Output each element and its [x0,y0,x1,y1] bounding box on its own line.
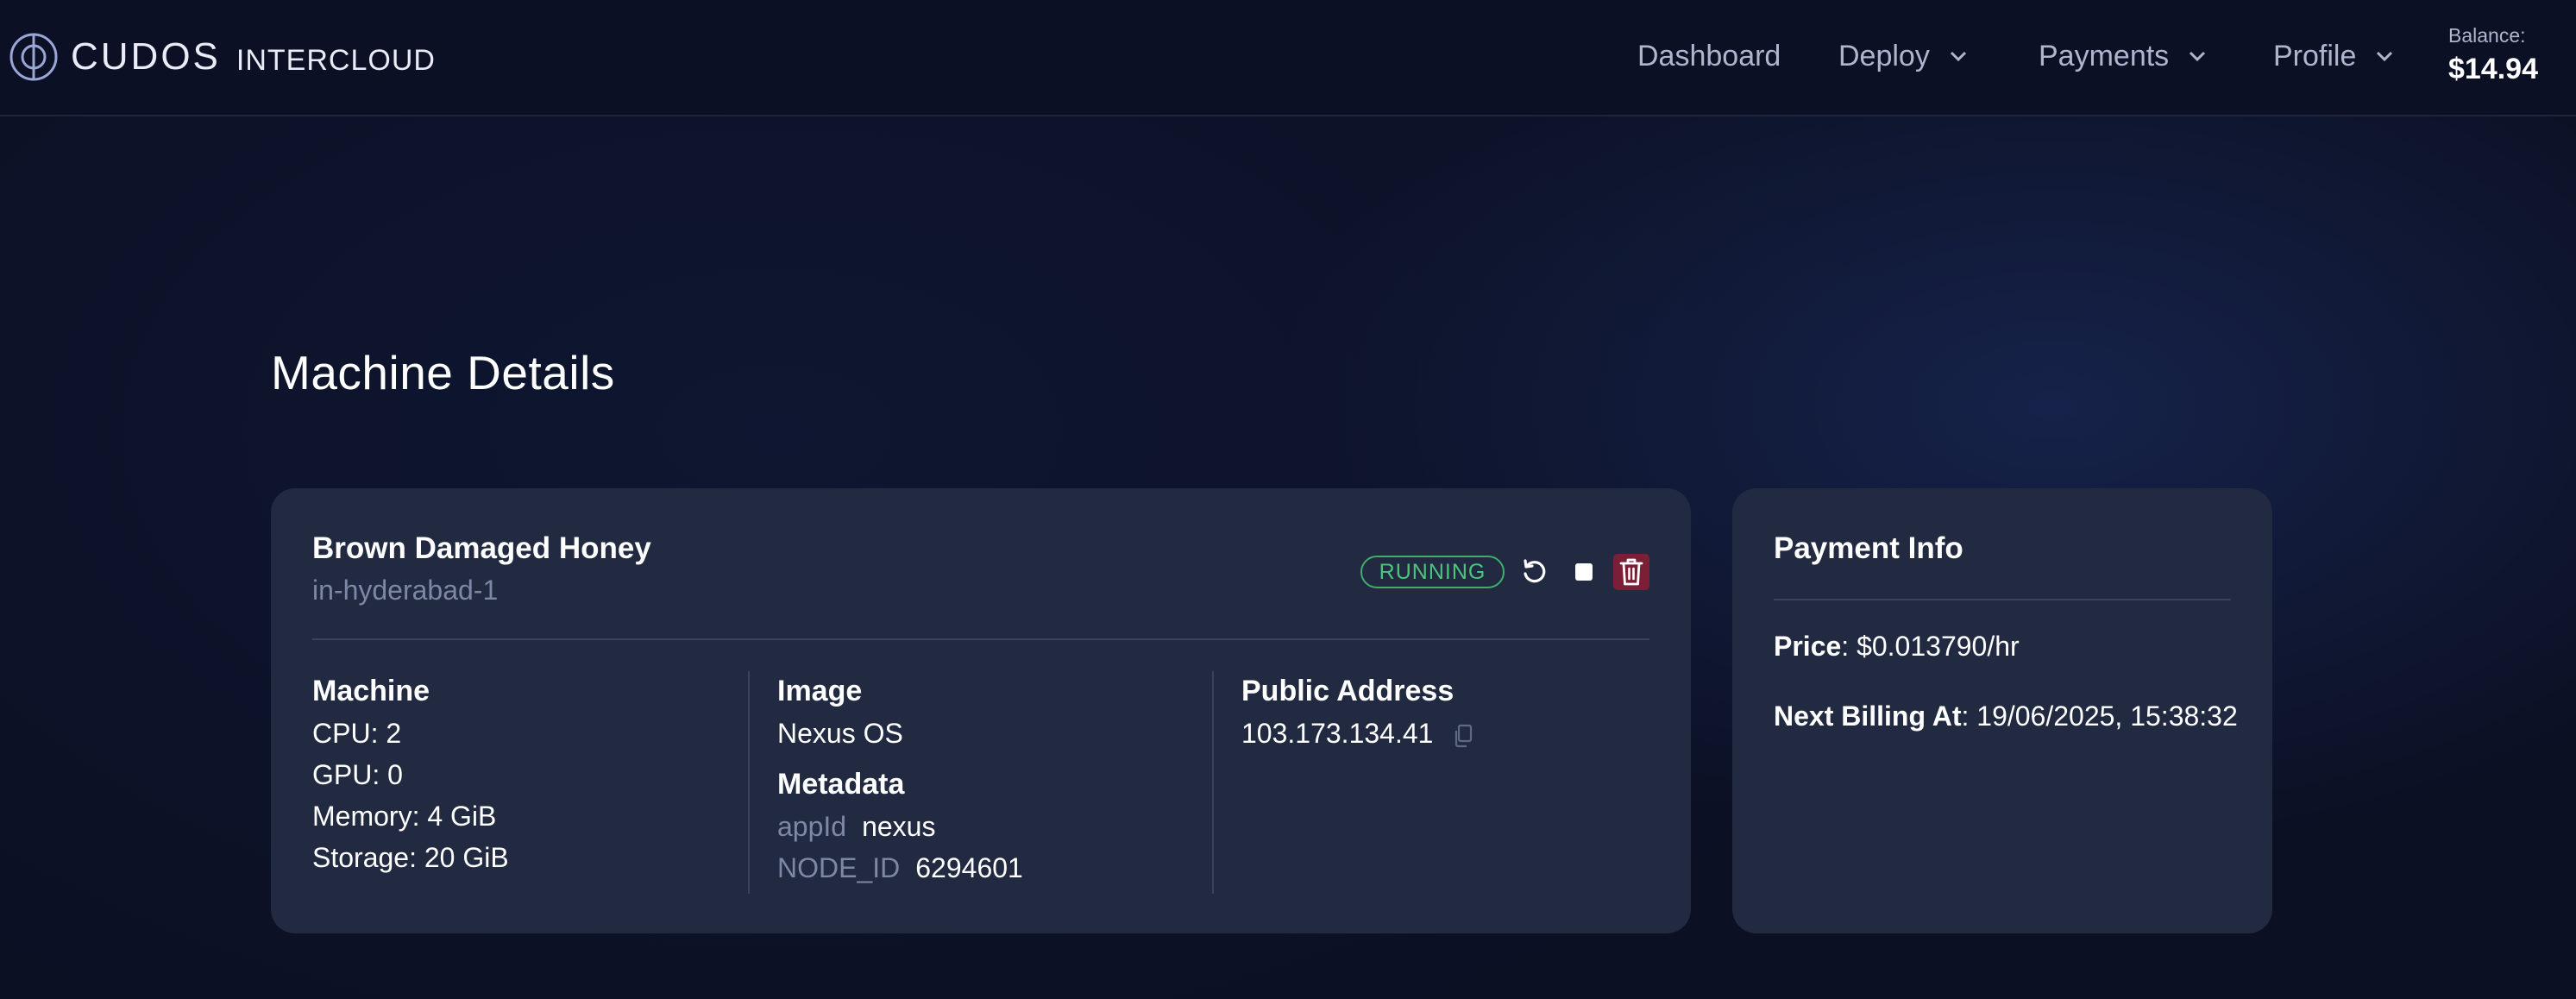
nav-dashboard-label: Dashboard [1637,39,1781,72]
chevron-down-icon [2377,51,2393,62]
next-billing-row: Next Billing At: 19/06/2025, 15:38:32 [1774,701,2238,732]
top-navbar: CUDOS INTERCLOUD Dashboard Deploy Paymen… [0,0,2576,116]
column-divider [748,671,750,894]
public-address-value: 103.173.134.41 [1241,718,1434,749]
logo[interactable]: CUDOS INTERCLOUD [9,31,436,83]
balance-value: $14.94 [2448,53,2538,85]
delete-button[interactable] [1613,554,1649,590]
spec-gpu: GPU: 0 [312,759,403,790]
image-value: Nexus OS [777,718,903,749]
public-address-title: Public Address [1241,675,1454,707]
metadata-row: appId nexus [777,806,1023,847]
nav-dashboard[interactable]: Dashboard [1637,35,1781,78]
stop-icon [1575,563,1593,581]
metadata-value: nexus [862,811,936,842]
price-row: Price: $0.013790/hr [1774,631,2020,663]
next-billing-label: Next Billing At [1774,701,1962,732]
card-divider [312,638,1649,640]
metadata-title: Metadata [777,768,905,801]
machine-specs-title: Machine [312,675,430,707]
nav-payments[interactable]: Payments [2039,35,2207,78]
price-value: : $0.013790/hr [1841,631,2020,662]
nav-profile[interactable]: Profile [2273,35,2394,78]
nav-deploy-label: Deploy [1838,39,1930,72]
balance-label: Balance: [2448,24,2526,47]
stop-button[interactable] [1566,554,1602,590]
cudos-logo-icon [9,33,58,81]
copy-icon[interactable] [1453,724,1473,748]
metadata-key: appId [777,811,847,842]
restart-button[interactable] [1517,554,1553,590]
status-badge: RUNNING [1360,556,1505,588]
spec-memory: Memory: 4 GiB [312,801,497,832]
image-column: Image Nexus OS Metadata appId nexus NODE_… [777,669,1023,889]
column-divider [1212,671,1214,894]
payment-title: Payment Info [1774,531,1963,565]
address-column: Public Address 103.173.134.41 [1241,669,1473,754]
machine-region: in-hyderabad-1 [312,575,499,606]
logo-subtext: INTERCLOUD [236,43,436,77]
metadata-row: NODE_ID 6294601 [777,847,1023,889]
payment-card: Payment Info Price: $0.013790/hr Next Bi… [1732,488,2272,933]
logo-text: CUDOS [71,35,221,78]
public-address-row: 103.173.134.41 [1241,713,1473,754]
price-label: Price [1774,631,1842,662]
metadata-value: 6294601 [915,852,1023,883]
metadata-key: NODE_ID [777,852,901,883]
payment-divider [1774,599,2231,600]
spec-storage: Storage: 20 GiB [312,842,509,873]
nav-profile-label: Profile [2273,39,2357,72]
chevron-down-icon [2190,51,2206,62]
trash-icon [1619,558,1643,586]
balance: Balance: $14.94 [2448,24,2569,86]
page-title: Machine Details [271,346,615,399]
spec-cpu: CPU: 2 [312,718,402,749]
next-billing-value: : 19/06/2025, 15:38:32 [1961,701,2238,732]
machine-specs-column: Machine CPU: 2 GPU: 0 Memory: 4 GiB Stor… [312,669,509,878]
machine-card: Brown Damaged Honey in-hyderabad-1 RUNNI… [271,488,1691,933]
chevron-down-icon [1950,51,1966,62]
image-title: Image [777,675,863,707]
nav-payments-label: Payments [2039,39,2170,72]
machine-name: Brown Damaged Honey [312,531,651,565]
nav-deploy[interactable]: Deploy [1838,35,1968,78]
restart-icon [1524,559,1546,583]
